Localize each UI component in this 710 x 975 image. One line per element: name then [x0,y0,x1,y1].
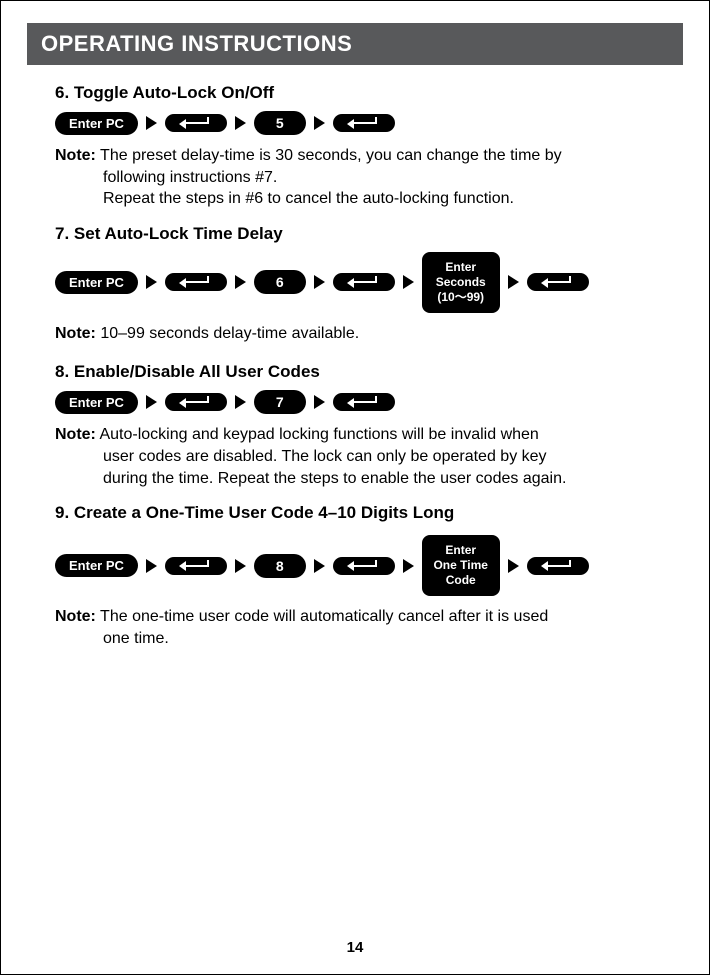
content: 6. Toggle Auto-Lock On/Off Enter PC 5 No… [27,83,683,649]
digit-pill: 8 [254,554,306,578]
arrow-icon [403,275,414,289]
enter-key-icon [527,273,589,291]
arrow-icon [314,395,325,409]
section-7-title: 7. Set Auto-Lock Time Delay [55,224,655,244]
sequence-6: Enter PC 5 [55,111,655,135]
note-text: during the time. Repeat the steps to ena… [103,468,655,490]
note-text: The preset delay-time is 30 seconds, you… [100,147,562,164]
note-label: Note: [55,608,96,625]
section-6-title: 6. Toggle Auto-Lock On/Off [55,83,655,103]
arrow-icon [235,116,246,130]
box-line: Enter [445,260,476,274]
enter-seconds-box: Enter Seconds (10～99) [422,252,500,313]
enter-pc-pill: Enter PC [55,271,138,294]
note-text: Auto-locking and keypad locking function… [99,426,538,443]
digit-pill: 5 [254,111,306,135]
sequence-8: Enter PC 7 [55,390,655,414]
digit-pill: 6 [254,270,306,294]
enter-key-icon [165,393,227,411]
digit-pill: 7 [254,390,306,414]
arrow-icon [235,395,246,409]
box-line: (10～99) [437,290,484,304]
section-8-title: 8. Enable/Disable All User Codes [55,362,655,382]
note-label: Note: [55,426,96,443]
arrow-icon [146,559,157,573]
note-6: Note: The preset delay-time is 30 second… [55,145,655,210]
box-line: Enter [445,543,476,557]
note-label: Note: [55,325,96,342]
arrow-icon [403,559,414,573]
note-text: user codes are disabled. The lock can on… [103,446,655,468]
enter-key-icon [165,557,227,575]
enter-pc-pill: Enter PC [55,554,138,577]
page-number: 14 [1,939,709,956]
arrow-icon [235,559,246,573]
arrow-icon [146,395,157,409]
enter-pc-pill: Enter PC [55,391,138,414]
section-9-title: 9. Create a One-Time User Code 4–10 Digi… [55,503,655,523]
arrow-icon [508,559,519,573]
note-9: Note: The one-time user code will automa… [55,606,655,649]
arrow-icon [508,275,519,289]
sequence-7: Enter PC 6 Enter Seconds (10～99) [55,252,655,313]
box-line: Seconds [436,275,486,289]
enter-key-icon [333,114,395,132]
note-text: Repeat the steps in #6 to cancel the aut… [103,188,655,210]
enter-key-icon [333,557,395,575]
enter-key-icon [165,114,227,132]
arrow-icon [314,116,325,130]
arrow-icon [314,559,325,573]
box-line: Code [446,573,476,587]
enter-pc-pill: Enter PC [55,112,138,135]
enter-key-icon [333,393,395,411]
note-label: Note: [55,147,96,164]
note-8: Note: Auto-locking and keypad locking fu… [55,424,655,489]
enter-key-icon [165,273,227,291]
arrow-icon [146,275,157,289]
page-frame: OPERATING INSTRUCTIONS 6. Toggle Auto-Lo… [0,0,710,975]
note-text: 10–99 seconds delay-time available. [100,325,359,342]
box-line: One Time [433,558,487,572]
enter-one-time-code-box: Enter One Time Code [422,535,500,596]
arrow-icon [314,275,325,289]
enter-key-icon [527,557,589,575]
note-7: Note: 10–99 seconds delay-time available… [55,323,425,345]
sequence-9: Enter PC 8 Enter One Time Code [55,535,655,596]
header-bar: OPERATING INSTRUCTIONS [27,23,683,65]
note-text: following instructions #7. [103,167,655,189]
note-text: The one-time user code will automaticall… [100,608,548,625]
arrow-icon [235,275,246,289]
enter-key-icon [333,273,395,291]
arrow-icon [146,116,157,130]
note-text: one time. [103,628,655,650]
